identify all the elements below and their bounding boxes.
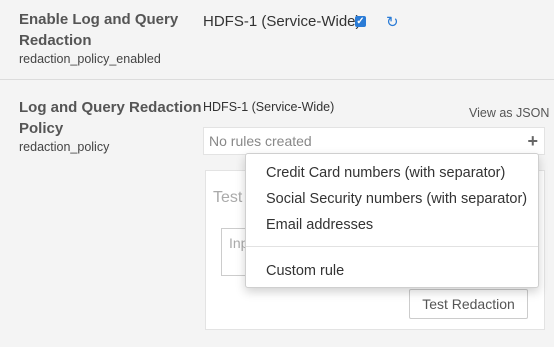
property-title-line2: Redaction: [19, 32, 92, 49]
scope-label-redaction-policy: HDFS-1 (Service-Wide): [203, 100, 335, 114]
property-title-line1: Enable Log and Query: [19, 11, 179, 28]
add-rule-icon[interactable]: +: [527, 131, 538, 152]
revert-icon[interactable]: ↻: [386, 13, 399, 31]
menu-separator: [246, 246, 538, 247]
property-key-redaction-policy: redaction_policy: [19, 140, 110, 154]
test-redaction-button[interactable]: Test Redaction: [409, 289, 528, 319]
scope-label-redaction-enabled: HDFS-1 (Service-Wide): [203, 13, 361, 30]
menu-item-social-security[interactable]: Social Security numbers (with separator): [266, 191, 527, 207]
menu-item-credit-card[interactable]: Credit Card numbers (with separator): [266, 165, 505, 181]
property-title-redaction-policy: Log and Query Redaction Policy: [19, 97, 202, 139]
property-title-line1: Log and Query Redaction: [19, 99, 202, 116]
menu-item-custom-rule[interactable]: Custom rule: [266, 263, 344, 279]
view-as-json-link[interactable]: View as JSON: [469, 106, 549, 120]
property-title-line2: Policy: [19, 120, 64, 137]
property-divider: [0, 79, 554, 80]
checkmark-icon: ✓: [356, 15, 365, 27]
rules-list: No rules created +: [203, 127, 545, 155]
add-rule-dropdown: Credit Card numbers (with separator) Soc…: [245, 153, 539, 288]
property-title-redaction-enabled: Enable Log and Query Redaction: [19, 9, 178, 51]
redaction-enabled-checkbox[interactable]: ✓: [355, 16, 366, 27]
test-panel-title: Test: [213, 189, 243, 206]
menu-item-email[interactable]: Email addresses: [266, 217, 373, 233]
property-key-redaction-enabled: redaction_policy_enabled: [19, 52, 161, 66]
no-rules-text: No rules created: [209, 133, 312, 149]
